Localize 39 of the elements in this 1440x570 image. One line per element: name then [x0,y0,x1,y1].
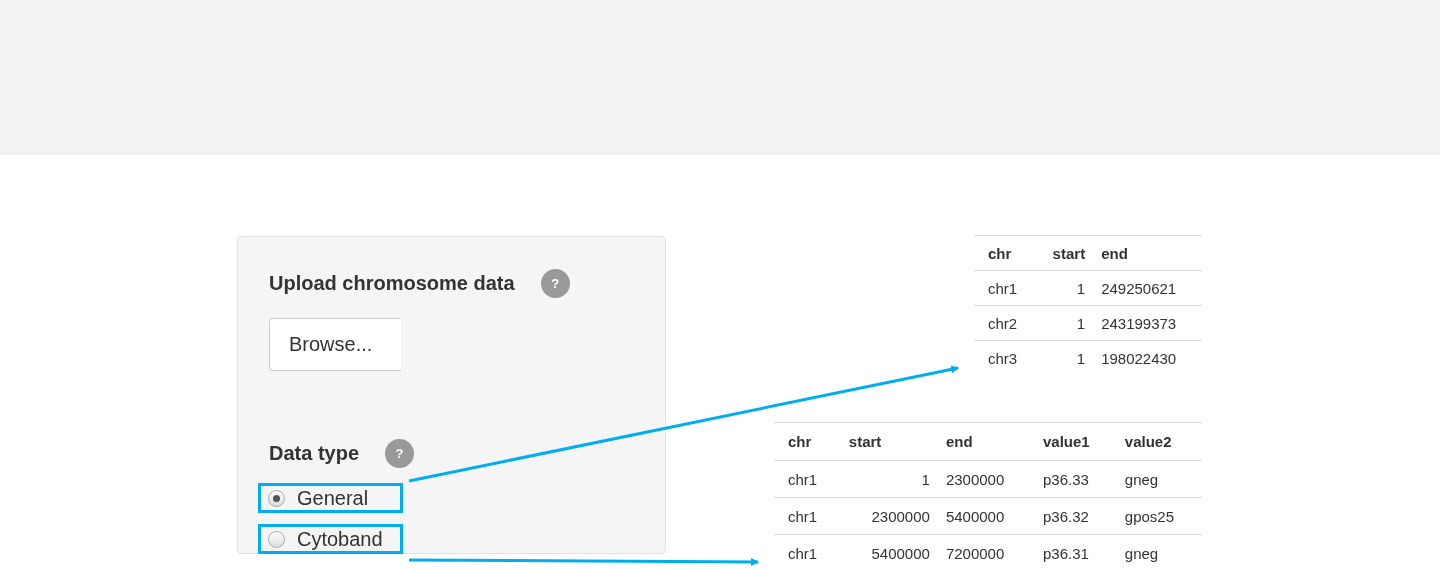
column-header: end [1093,235,1202,271]
table-cell: p36.32 [1035,497,1117,535]
option-label[interactable]: Cytoband [297,527,383,551]
radio-button[interactable] [268,530,285,548]
table-cell: gneg [1116,460,1202,498]
table-cell: 2300000 [840,497,938,535]
table-cell: chr1 [774,460,841,498]
radio-button[interactable] [268,489,285,507]
table-cell: 249250621 [1093,270,1202,306]
table-cell: 1 [1035,270,1094,306]
column-header: end [937,422,1035,461]
table-cell: gneg [1116,534,1202,570]
table-cell: 198022430 [1093,340,1202,375]
table-cell: 5400000 [840,534,938,570]
column-header: chr [774,422,841,461]
table-cell: 7200000 [937,534,1035,570]
table-cell: p36.33 [1035,460,1117,498]
table-cell: chr3 [974,340,1036,375]
table-cell: chr2 [974,305,1036,341]
table-cell: chr1 [774,497,841,535]
table-cell: p36.31 [1035,534,1117,570]
table-cell: 2300000 [937,460,1035,498]
column-header: start [1035,235,1094,271]
browse-button[interactable]: Browse... [269,318,401,371]
table-cell: 1 [840,460,938,498]
section-label: Upload chromosome data [269,271,515,295]
table-cell: chr1 [974,270,1036,306]
table-cell: 1 [1035,305,1094,341]
table-cell: 243199373 [1093,305,1202,341]
table-cell: 1 [1035,340,1094,375]
table-cell: chr1 [774,534,841,570]
section-label: Data type [269,441,360,465]
column-header: value1 [1035,422,1117,461]
table-cell: gpos25 [1116,497,1202,535]
column-header: chr [974,235,1036,271]
option-label[interactable]: General [297,486,369,510]
column-header: value2 [1116,422,1202,461]
column-header: start [840,422,938,461]
table-cell: 5400000 [937,497,1035,535]
